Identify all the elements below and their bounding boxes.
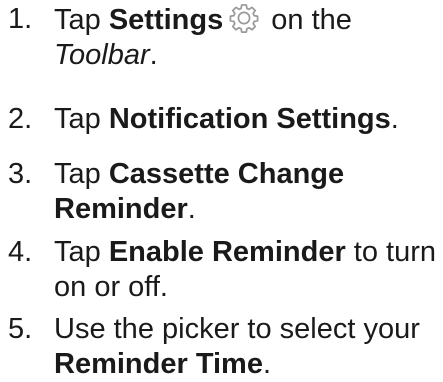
step-line: Reminder.: [54, 192, 440, 227]
step-number: 5.: [8, 313, 33, 345]
step-text-run: to turn: [345, 236, 437, 268]
step-text: Tap Enable Reminder to turn on or off.: [54, 235, 440, 305]
toolbar-label: Toolbar: [54, 39, 150, 71]
settings-label: Settings: [108, 4, 224, 36]
gear-icon: [229, 4, 259, 33]
step-line: Reminder Time.: [54, 347, 440, 382]
reminder-label: Reminder: [54, 193, 188, 225]
reminder-time-label: Reminder Time: [54, 348, 263, 380]
step-text-run: .: [149, 39, 158, 71]
step-text-run: Tap: [54, 4, 109, 36]
step-line: Use the picker to select your: [54, 313, 420, 345]
step-number: 4.: [8, 236, 33, 268]
enable-reminder-label: Enable Reminder: [108, 236, 346, 268]
step-line: Toolbar.: [54, 38, 440, 73]
step-line: Tap Cassette Change: [54, 157, 440, 192]
step-text-run: on the: [263, 4, 352, 36]
step-line: Tap Enable Reminder to turn: [54, 235, 440, 270]
step-text-run: Tap: [54, 236, 109, 268]
step-number: 3.: [8, 158, 33, 190]
step-line: Tap Notification Settings.: [54, 102, 440, 137]
step-text: Tap Notification Settings.: [54, 102, 440, 137]
step-text-run: .: [187, 193, 196, 225]
step-text: Tap Cassette Change Reminder.: [54, 157, 440, 227]
step-text-run: .: [390, 103, 399, 135]
step-line: Tap Settings on the: [54, 2, 440, 38]
step-text-run: .: [262, 348, 272, 380]
step-number: 1.: [8, 3, 33, 35]
notification-settings-label: Notification Settings: [108, 103, 391, 135]
step-text: Tap Settings on the Toolbar.: [54, 2, 440, 73]
cassette-change-label: Cassette Change: [108, 158, 345, 190]
step-text-run: Tap: [54, 103, 109, 135]
step-line: on or off.: [54, 271, 168, 303]
step-text: Use the picker to select your Reminder T…: [54, 312, 440, 382]
step-number: 2.: [8, 103, 33, 135]
step-text-run: Tap: [54, 158, 109, 190]
